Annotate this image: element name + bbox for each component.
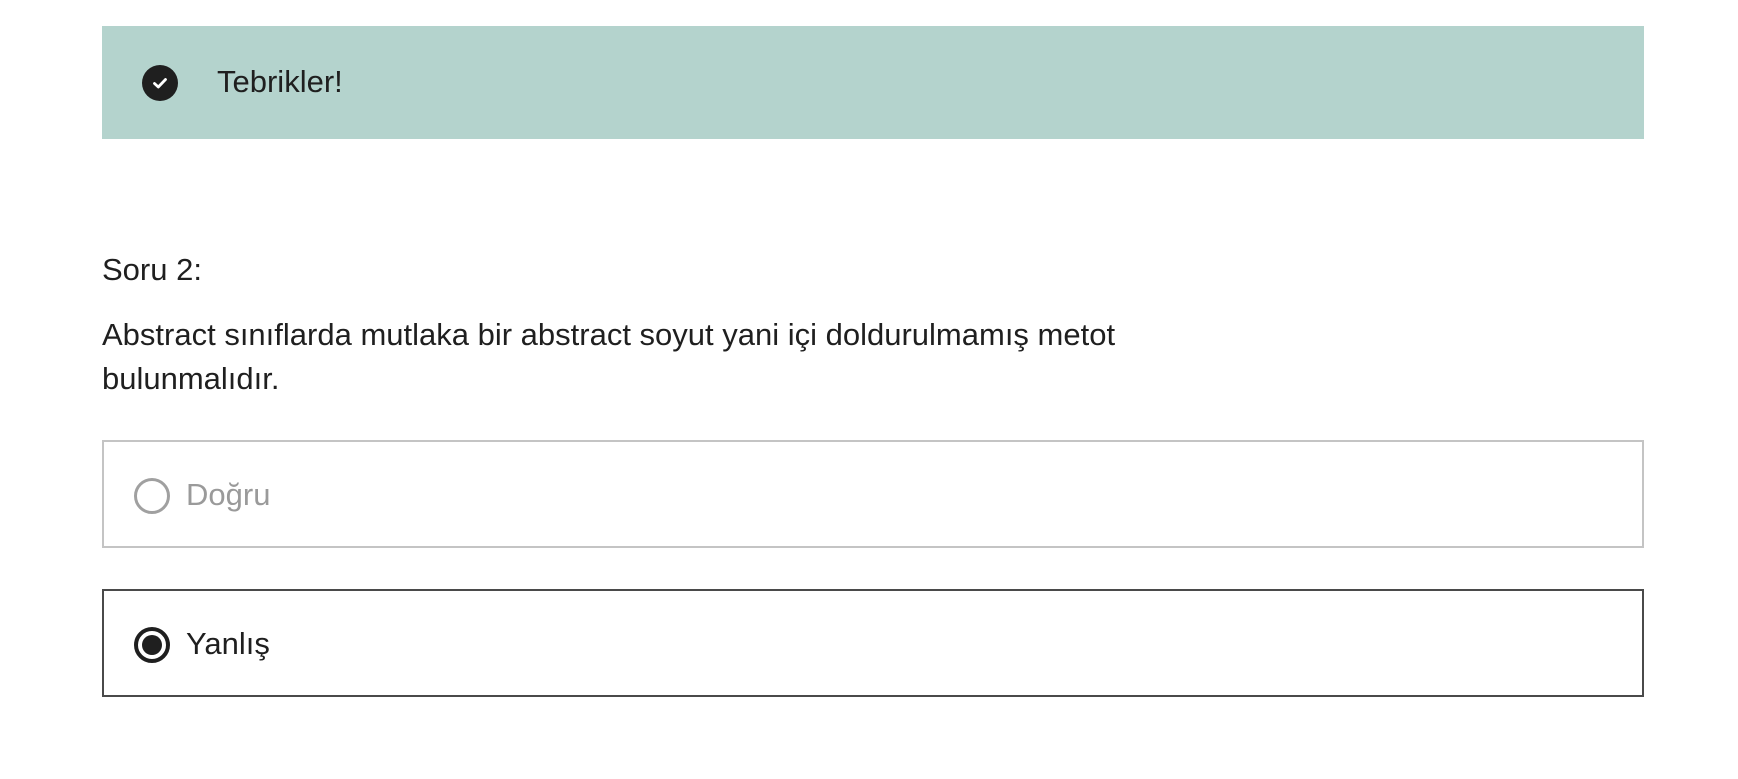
radio-button-checked[interactable] [134, 627, 170, 663]
radio-dot [142, 635, 162, 655]
quiz-page: Tebrikler! Soru 2: Abstract sınıflarda m… [0, 0, 1738, 779]
question-text: Abstract sınıflarda mutlaka bir abstract… [102, 317, 1116, 396]
answer-option-yanlis[interactable]: Yanlış [102, 589, 1644, 697]
question-number: Soru 2: [102, 252, 202, 287]
alert-message: Tebrikler! [217, 64, 343, 99]
answer-option-dogru[interactable]: Doğru [102, 440, 1644, 548]
check-circle-icon [142, 65, 178, 101]
success-alert: Tebrikler! [102, 26, 1644, 139]
answer-option-label: Yanlış [186, 626, 270, 661]
radio-button-unchecked[interactable] [134, 478, 170, 514]
answer-option-label: Doğru [186, 477, 271, 512]
checkmark-glyph [153, 78, 167, 89]
